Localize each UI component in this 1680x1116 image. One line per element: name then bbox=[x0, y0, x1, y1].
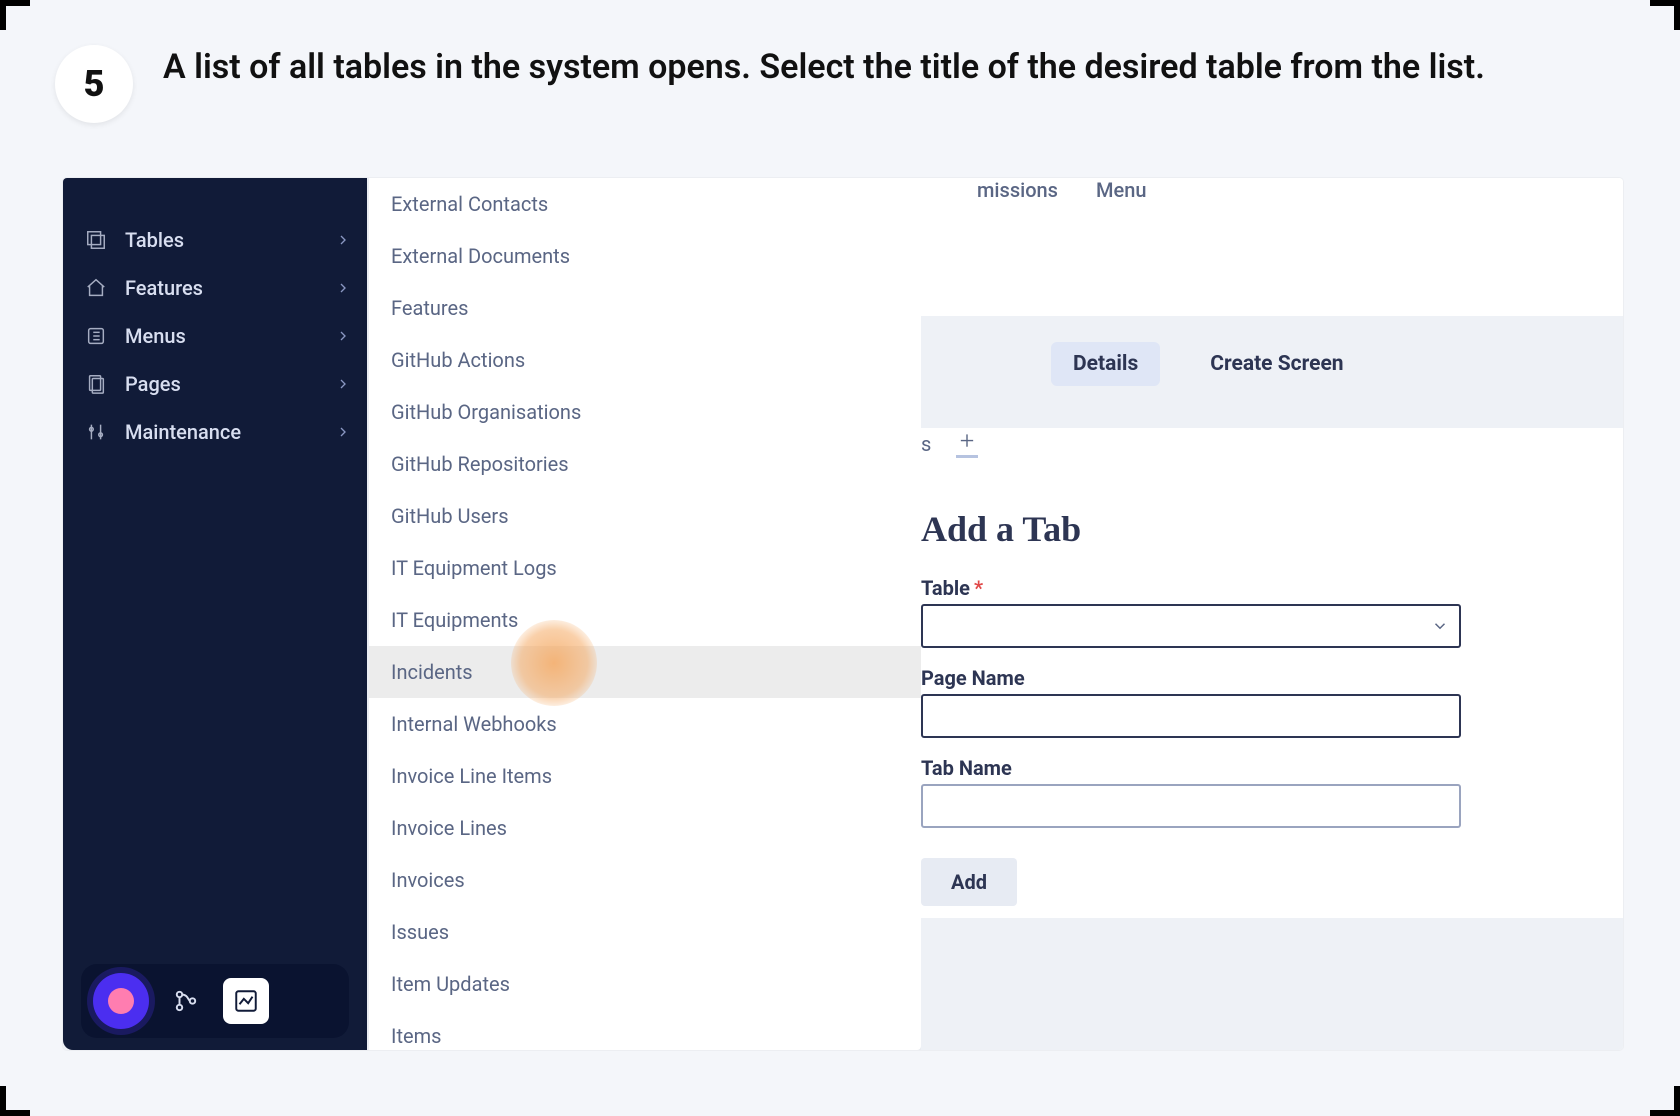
dropdown-item[interactable]: External Documents bbox=[369, 230, 921, 282]
dropdown-item[interactable]: IT Equipment Logs bbox=[369, 542, 921, 594]
dropdown-item[interactable]: Invoice Line Items bbox=[369, 750, 921, 802]
branch-button[interactable] bbox=[163, 978, 209, 1024]
sidebar-item-maintenance[interactable]: Maintenance bbox=[63, 408, 367, 456]
instruction-header: 5 A list of all tables in the system ope… bbox=[55, 45, 1625, 123]
sidebar-item-label: Features bbox=[125, 276, 203, 300]
sidebar-item-tables[interactable]: Tables bbox=[63, 216, 367, 264]
dropdown-item[interactable]: Incidents bbox=[369, 646, 921, 698]
label-page-name: Page Name bbox=[921, 666, 1481, 690]
dropdown-item[interactable]: Issues bbox=[369, 906, 921, 958]
add-tab-form: Add a Tab Table* Page Name Tab Name Add bbox=[921, 508, 1481, 906]
chevron-right-icon bbox=[335, 376, 351, 392]
features-icon bbox=[85, 277, 107, 299]
table-dropdown-list: External ContactsExternal DocumentsFeatu… bbox=[369, 178, 921, 1050]
maintenance-icon bbox=[85, 421, 107, 443]
chart-button[interactable] bbox=[223, 978, 269, 1024]
sidebar-footer bbox=[81, 964, 349, 1038]
dropdown-item[interactable]: GitHub Users bbox=[369, 490, 921, 542]
sidebar-item-label: Maintenance bbox=[125, 420, 241, 444]
underline-icon bbox=[956, 455, 978, 458]
plus-icon bbox=[956, 430, 978, 451]
mini-tab-partial: s bbox=[921, 432, 931, 456]
sidebar-item-label: Menus bbox=[125, 324, 186, 348]
dropdown-item[interactable]: Items bbox=[369, 1010, 921, 1050]
table-select[interactable] bbox=[921, 604, 1461, 648]
dropdown-item[interactable]: Item Updates bbox=[369, 958, 921, 1010]
chevron-down-icon bbox=[1431, 617, 1449, 635]
mini-tab-row: s bbox=[921, 430, 981, 458]
chevron-right-icon bbox=[335, 232, 351, 248]
dropdown-item[interactable]: GitHub Repositories bbox=[369, 438, 921, 490]
record-dot-icon bbox=[108, 988, 134, 1014]
content-panel: missions Menu Details Create Screen s Ad… bbox=[921, 178, 1623, 1050]
chevron-right-icon bbox=[335, 424, 351, 440]
dropdown-item[interactable]: Invoices bbox=[369, 854, 921, 906]
sidebar-item-label: Tables bbox=[125, 228, 184, 252]
add-tab-mini-button[interactable] bbox=[953, 430, 981, 458]
label-table: Table* bbox=[921, 576, 1481, 600]
page-corner bbox=[0, 0, 30, 30]
sidebar-item-menus[interactable]: Menus bbox=[63, 312, 367, 360]
record-button[interactable] bbox=[93, 973, 149, 1029]
page-corner bbox=[1650, 0, 1680, 30]
dropdown-item[interactable]: Internal Webhooks bbox=[369, 698, 921, 750]
chevron-right-icon bbox=[335, 328, 351, 344]
subtab-details[interactable]: Details bbox=[1051, 342, 1160, 386]
dropdown-item[interactable]: Features bbox=[369, 282, 921, 334]
subtab-create-screen[interactable]: Create Screen bbox=[1188, 342, 1365, 386]
dropdown-item[interactable]: Invoice Lines bbox=[369, 802, 921, 854]
tab-menu[interactable]: Menu bbox=[1096, 178, 1146, 202]
sidebar-item-pages[interactable]: Pages bbox=[63, 360, 367, 408]
form-title: Add a Tab bbox=[921, 508, 1481, 550]
chart-icon bbox=[233, 988, 259, 1014]
lower-band bbox=[921, 918, 1623, 1050]
tables-icon bbox=[85, 229, 107, 251]
chevron-right-icon bbox=[335, 280, 351, 296]
required-mark: * bbox=[974, 576, 983, 600]
screenshot-frame: Tables Features Menus Pages bbox=[63, 178, 1623, 1050]
dropdown-item[interactable]: GitHub Organisations bbox=[369, 386, 921, 438]
sidebar-item-label: Pages bbox=[125, 372, 181, 396]
page-corner bbox=[0, 1086, 30, 1116]
pages-icon bbox=[85, 373, 107, 395]
label-tab-name: Tab Name bbox=[921, 756, 1481, 780]
branch-icon bbox=[173, 988, 199, 1014]
dropdown-item[interactable]: External Contacts bbox=[369, 178, 921, 230]
sub-tabs: Details Create Screen bbox=[921, 342, 1623, 386]
page-corner bbox=[1650, 1086, 1680, 1116]
dropdown-item[interactable]: GitHub Actions bbox=[369, 334, 921, 386]
dropdown-item[interactable]: IT Equipments bbox=[369, 594, 921, 646]
add-button[interactable]: Add bbox=[921, 858, 1017, 906]
top-tabs: missions Menu bbox=[921, 178, 1623, 268]
page-name-input[interactable] bbox=[921, 694, 1461, 738]
tab-name-input[interactable] bbox=[921, 784, 1461, 828]
sidebar: Tables Features Menus Pages bbox=[63, 178, 367, 1050]
tab-partial[interactable]: missions bbox=[977, 178, 1058, 202]
instruction-text: A list of all tables in the system opens… bbox=[163, 45, 1485, 91]
sidebar-item-features[interactable]: Features bbox=[63, 264, 367, 312]
step-number-badge: 5 bbox=[55, 45, 133, 123]
menus-icon bbox=[85, 325, 107, 347]
